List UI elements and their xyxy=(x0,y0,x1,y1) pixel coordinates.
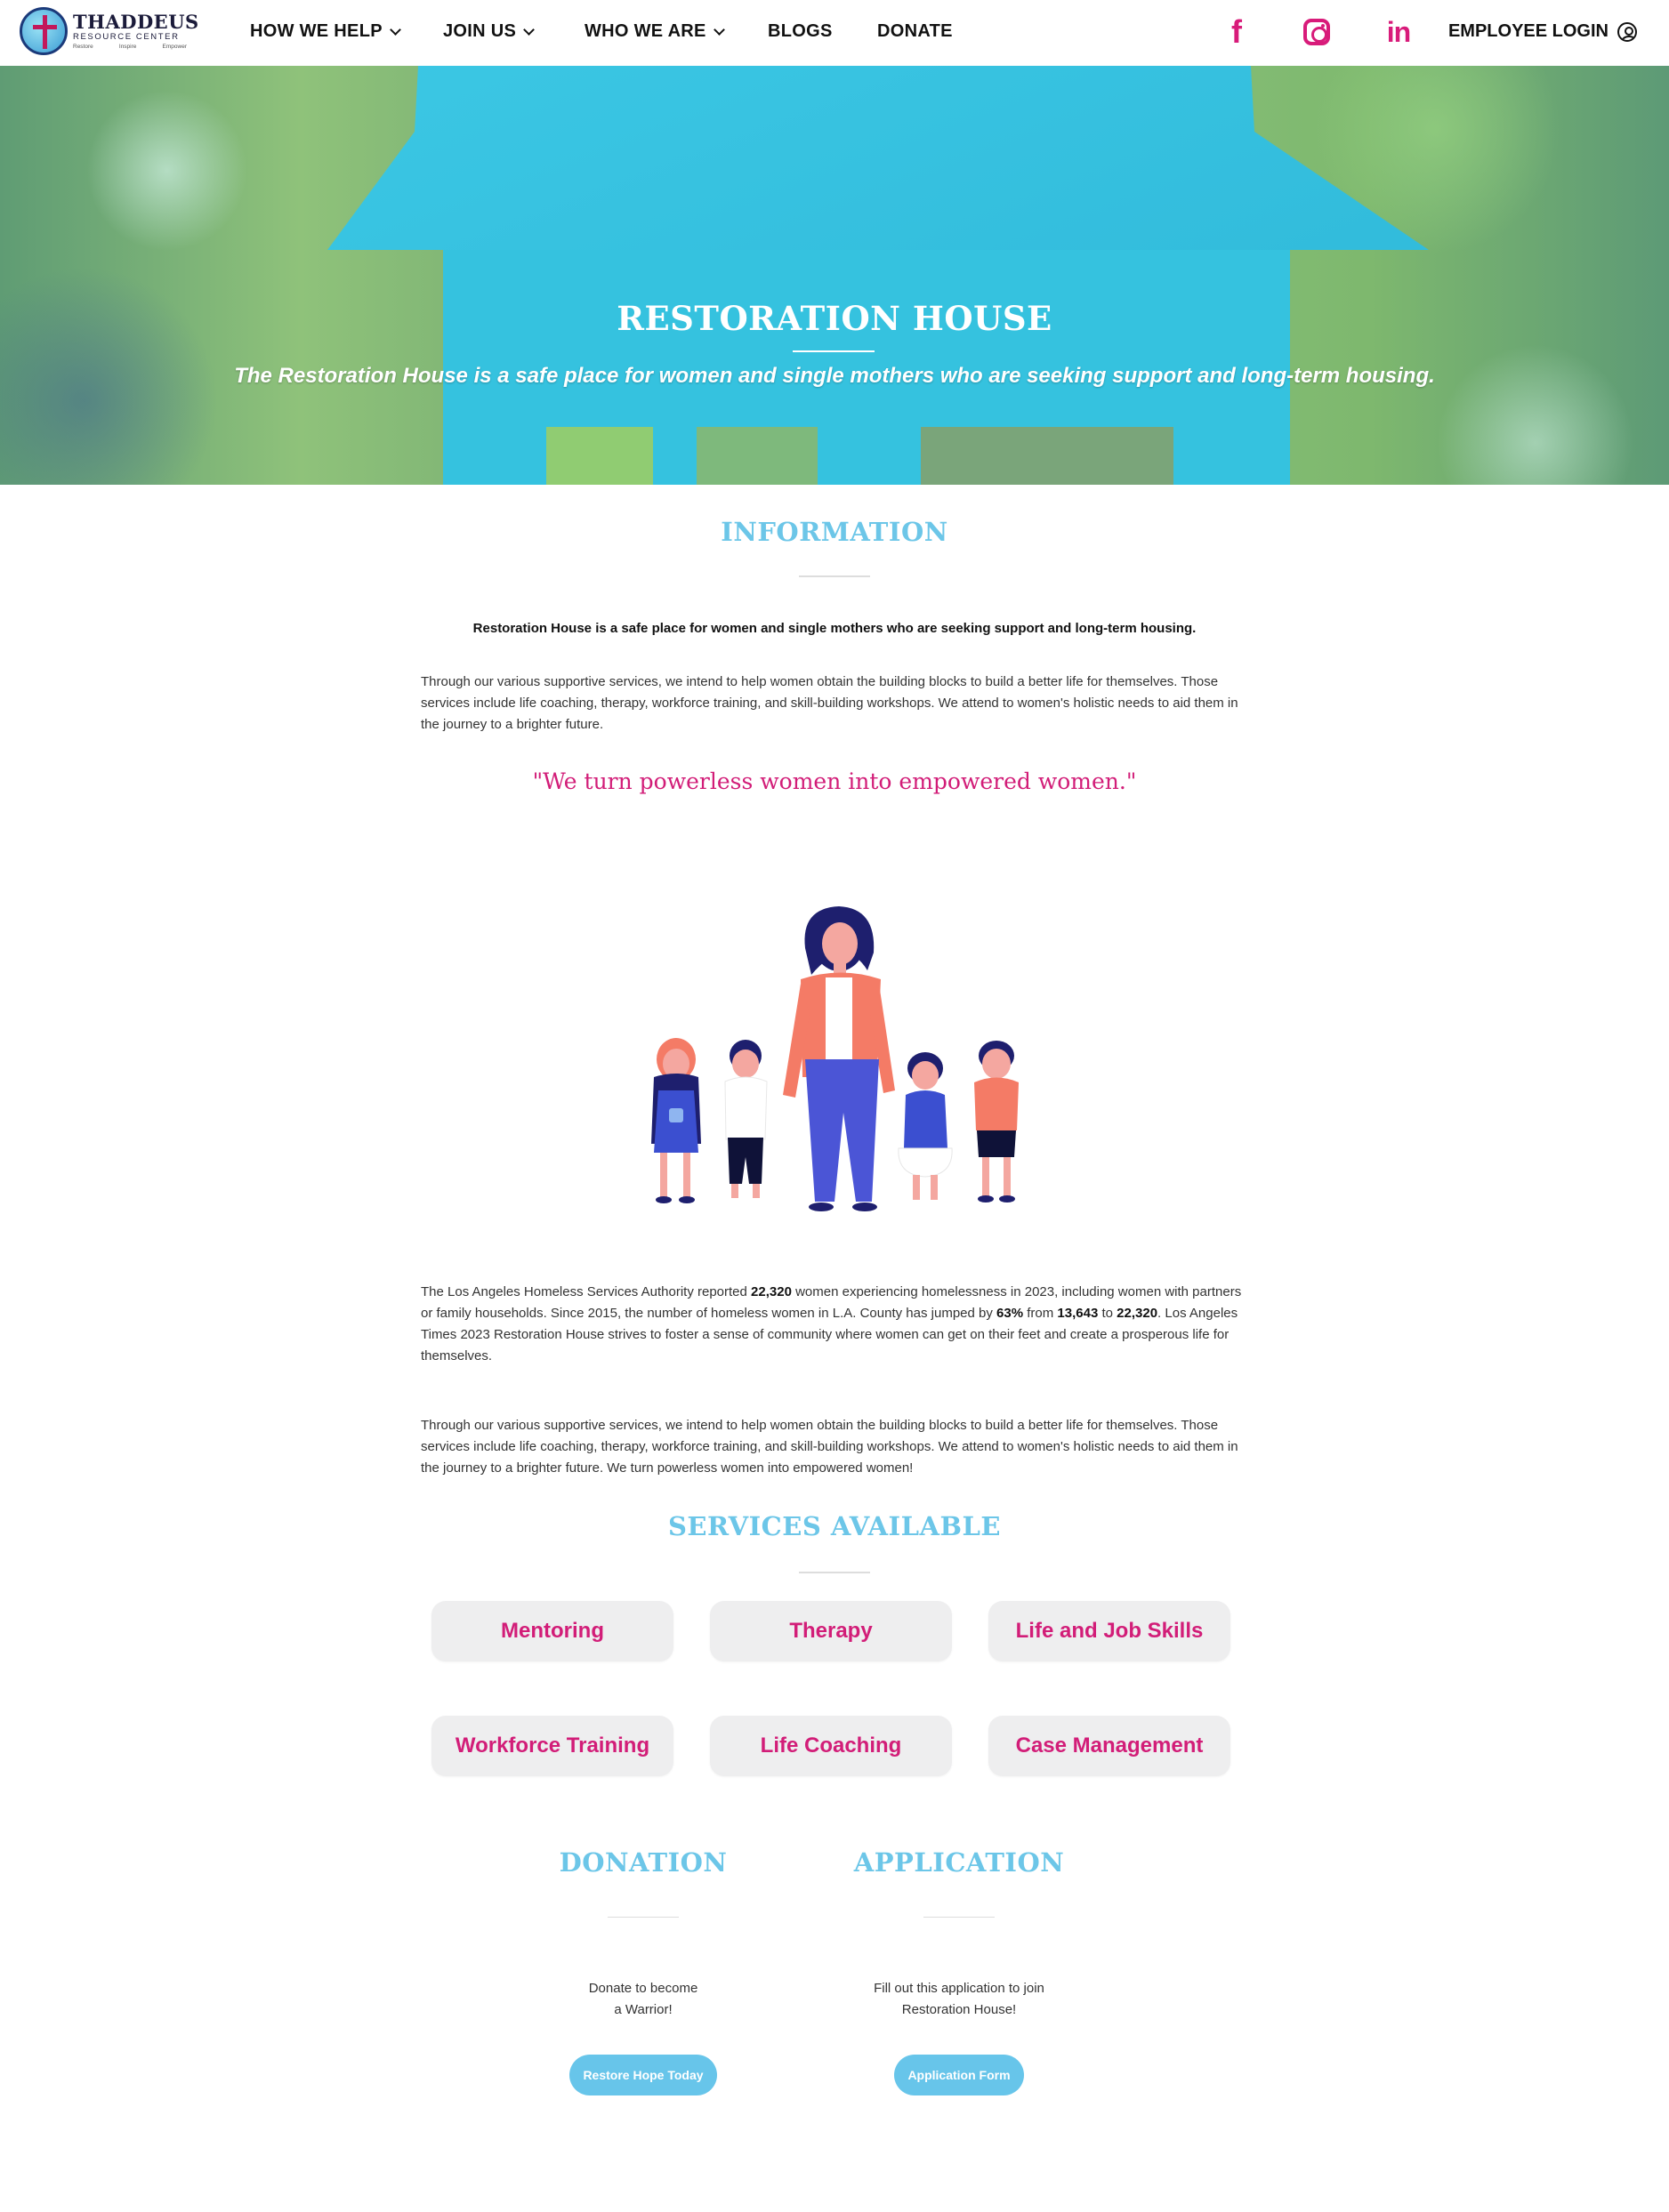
cta-section: DONATION Donate to become a Warrior! Res… xyxy=(0,1847,1669,2141)
service-case-management[interactable]: Case Management xyxy=(988,1715,1230,1776)
hero-banner: RESTORATION HOUSE The Restoration House … xyxy=(0,66,1669,485)
chevron-down-icon xyxy=(523,23,535,36)
information-paragraph: Through our various supportive services,… xyxy=(421,674,1238,732)
user-circle-icon xyxy=(1617,21,1637,42)
linkedin-icon[interactable]: in xyxy=(1383,16,1415,48)
nav-how-we-help[interactable]: HOW WE HELP xyxy=(250,21,401,42)
nav-join-us[interactable]: JOIN US xyxy=(443,21,535,42)
service-therapy[interactable]: Therapy xyxy=(710,1600,952,1661)
homelessness-stats-paragraph: The Los Angeles Homeless Services Author… xyxy=(421,1284,1242,1363)
service-life-job-skills[interactable]: Life and Job Skills xyxy=(988,1600,1230,1661)
hero-title: RESTORATION HOUSE xyxy=(617,299,1052,338)
employee-login-link[interactable]: EMPLOYEE LOGIN xyxy=(1448,21,1637,42)
chevron-down-icon xyxy=(389,23,401,36)
services-summary-paragraph: Through our various supportive services,… xyxy=(421,1418,1238,1476)
page-bottom-spacer xyxy=(0,2141,1669,2212)
brand-logo[interactable]: THADDEUS RESOURCE CENTER Restore Inspire… xyxy=(20,7,199,55)
nav-who-we-are[interactable]: WHO WE ARE xyxy=(585,21,725,42)
nav-donate[interactable]: DONATE xyxy=(877,21,953,42)
application-title: APPLICATION xyxy=(853,1846,1065,1878)
application-form-button[interactable]: Application Form xyxy=(894,2055,1024,2095)
services-title: SERVICES AVAILABLE xyxy=(667,1511,1001,1541)
donation-text: Donate to become a Warrior! xyxy=(588,1981,698,2017)
hero-divider xyxy=(793,350,875,352)
instagram-icon[interactable] xyxy=(1301,16,1333,48)
application-column: APPLICATION Fill out this application to… xyxy=(826,1846,1093,2095)
service-mentoring[interactable]: Mentoring xyxy=(431,1600,673,1661)
information-section: INFORMATION Restoration House is a safe … xyxy=(0,485,1669,1479)
section-divider xyxy=(923,1916,995,1918)
service-life-coaching[interactable]: Life Coaching xyxy=(710,1715,952,1776)
services-section: SERVICES AVAILABLE Mentoring Therapy Lif… xyxy=(0,1511,1669,1776)
section-divider xyxy=(799,1572,870,1573)
family-illustration xyxy=(0,792,1669,1282)
globe-cross-icon xyxy=(20,7,68,55)
top-nav: THADDEUS RESOURCE CENTER Restore Inspire… xyxy=(0,0,1669,66)
service-workforce-training[interactable]: Workforce Training xyxy=(431,1715,673,1776)
brand-tagline: Restore Inspire Empower xyxy=(73,43,187,50)
facebook-icon[interactable]: f xyxy=(1221,16,1253,48)
information-lead: Restoration House is a safe place for wo… xyxy=(472,621,1197,636)
hero-subtitle: The Restoration House is a safe place fo… xyxy=(234,364,1435,388)
application-text: Fill out this application to join Restor… xyxy=(874,1981,1044,2017)
section-divider xyxy=(799,575,870,577)
house-cutout-illustration xyxy=(327,66,1429,485)
mother-children-illustration xyxy=(651,906,1019,1211)
nav-blogs[interactable]: BLOGS xyxy=(768,21,833,42)
chevron-down-icon xyxy=(713,23,725,36)
section-divider xyxy=(608,1916,679,1918)
donation-column: DONATION Donate to become a Warrior! Res… xyxy=(510,1846,777,2095)
information-title: INFORMATION xyxy=(721,517,948,547)
brand-subtitle: RESOURCE CENTER xyxy=(73,32,180,42)
donation-title: DONATION xyxy=(559,1846,728,1878)
brand-title: THADDEUS xyxy=(73,11,199,33)
pull-quote: "We turn powerless women into empowered … xyxy=(532,768,1137,794)
restore-hope-button[interactable]: Restore Hope Today xyxy=(569,2055,717,2095)
